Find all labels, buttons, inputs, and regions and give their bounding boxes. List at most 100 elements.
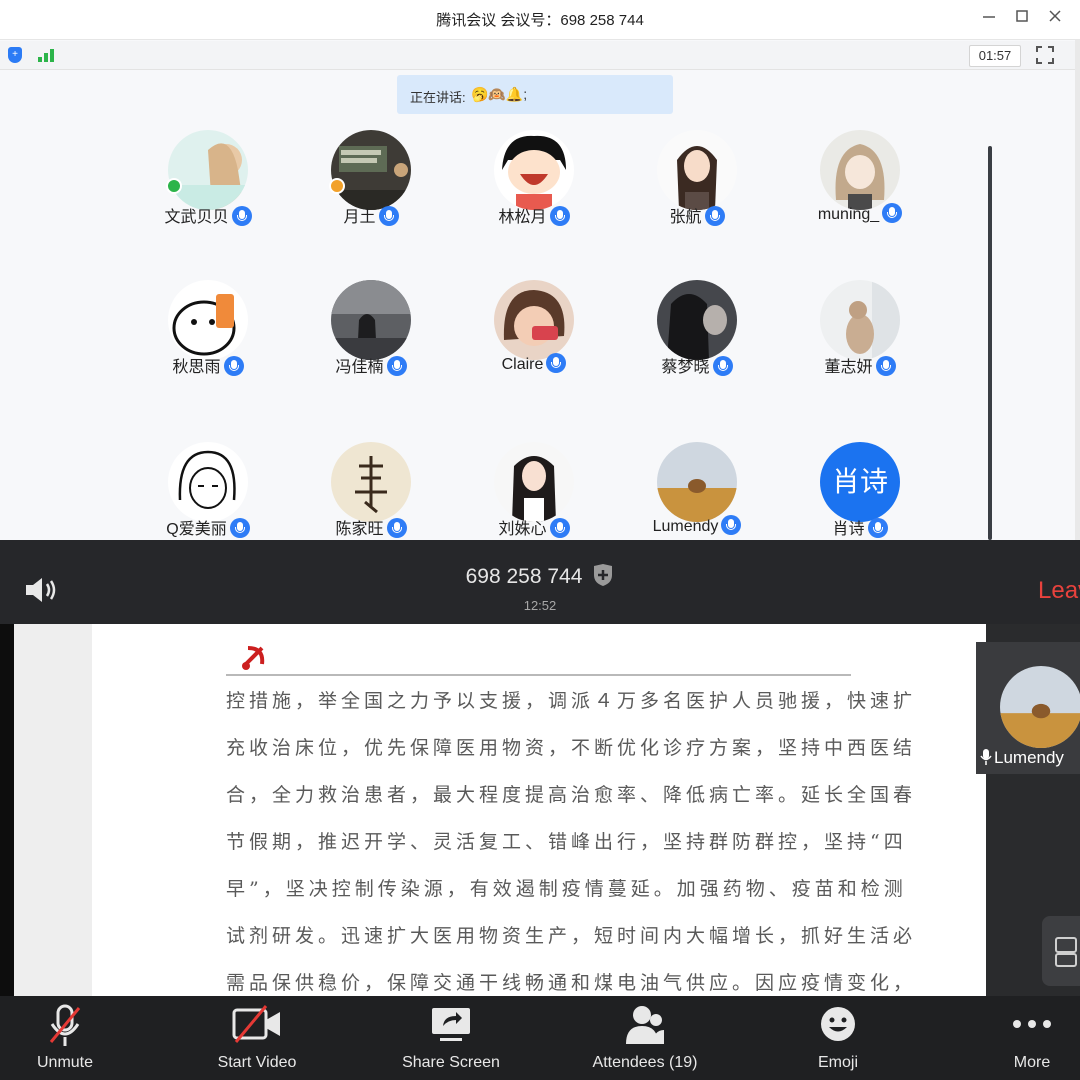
share-screen-icon — [432, 1008, 470, 1041]
speaking-indicator: 正在讲话: 🥱🙉🔔; — [397, 75, 673, 114]
meeting-time: 12:52 — [523, 598, 557, 613]
microphone-icon — [229, 518, 250, 538]
signal-strength-icon — [38, 49, 56, 62]
attendees-button[interactable]: Attendees (19) — [580, 996, 710, 1080]
maximize-icon[interactable] — [1007, 6, 1037, 32]
avatar: 肖诗 — [820, 442, 900, 522]
participant-tile[interactable]: 冯佳楠 — [296, 270, 446, 400]
microphone-icon — [882, 203, 903, 223]
participant-tile[interactable]: 蔡梦晓 — [622, 270, 772, 400]
participant-tile[interactable]: muning_ — [785, 120, 935, 250]
host-badge-icon — [166, 178, 182, 194]
participant-tile[interactable]: 文武贝贝 — [133, 120, 283, 250]
participant-tile[interactable]: 月土 — [296, 120, 446, 250]
window-title: 腾讯会议 会议号：698 258 744 — [436, 12, 644, 29]
meeting-window: 腾讯会议 会议号：698 258 744 + 01:57 正在讲话: 🥱🙉🔔; — [0, 0, 1080, 540]
avatar — [331, 442, 411, 522]
mobile-header: 698 258 744 12:52 Leave — [0, 540, 1080, 624]
avatar — [168, 130, 248, 210]
avatar — [820, 130, 900, 210]
microphone-icon — [549, 518, 570, 538]
emoji-icon — [821, 1007, 855, 1041]
emoji-button[interactable]: Emoji — [800, 996, 876, 1080]
participant-name: 肖诗 — [832, 521, 865, 538]
participant-name: Q爱美丽 — [166, 521, 227, 538]
avatar — [168, 442, 248, 522]
participant-tile[interactable]: 董志妍 — [785, 270, 935, 400]
avatar — [657, 442, 737, 522]
participant-name: muning_ — [817, 206, 880, 223]
video-off-icon — [232, 1005, 280, 1043]
close-icon[interactable] — [1040, 6, 1070, 32]
minimize-icon[interactable] — [974, 6, 1004, 32]
document-line: 控措施，举全国之力予以支援，调派４万多名医护人员驰援，快速扩 — [226, 690, 917, 712]
mobile-meeting-screen: 698 258 744 12:52 Leave 控措施，举全国之力予以支援，调派… — [0, 540, 1080, 1080]
unmute-button[interactable]: Unmute — [20, 996, 110, 1080]
switch-view-button[interactable] — [1042, 916, 1080, 986]
microphone-icon — [712, 356, 733, 376]
meeting-number[interactable]: 698 258 744 — [0, 563, 1080, 589]
microphone-icon — [867, 518, 888, 538]
participant-name: 文武贝贝 — [164, 209, 229, 226]
security-shield-icon[interactable]: + — [8, 47, 22, 63]
avatar — [657, 280, 737, 360]
more-button[interactable]: More — [996, 996, 1068, 1080]
thumbnail-name: Lumendy — [994, 748, 1064, 767]
shared-document: 控措施，举全国之力予以支援，调派４万多名医护人员驰援，快速扩 充收治床位，优先保… — [92, 624, 986, 996]
share-left-edge — [0, 624, 14, 996]
avatar — [331, 130, 411, 210]
speaking-value: 🥱🙉🔔; — [471, 86, 528, 102]
participant-tile[interactable]: 肖诗 肖诗 — [785, 432, 935, 540]
avatar — [820, 280, 900, 360]
participant-tile[interactable]: 秋思雨 — [133, 270, 283, 400]
document-header — [226, 636, 851, 676]
title-bar: 腾讯会议 会议号：698 258 744 — [0, 0, 1080, 40]
participant-tile[interactable]: 刘姝心 — [459, 432, 609, 540]
shared-document-frame: 控措施，举全国之力予以支援，调派４万多名医护人员驰援，快速扩 充收治床位，优先保… — [14, 624, 986, 996]
microphone-icon — [378, 206, 399, 226]
participant-name: Claire — [501, 356, 544, 373]
participant-scrollbar[interactable] — [988, 146, 992, 540]
microphone-icon — [721, 515, 742, 535]
share-screen-button[interactable]: Share Screen — [390, 996, 512, 1080]
cohost-badge-icon — [329, 178, 345, 194]
document-line: 试剂研发。迅速扩大医用物资生产，短时间内大幅增长，抓好生活必 — [226, 925, 917, 947]
microphone-icon — [386, 518, 407, 538]
meeting-timer: 01:57 — [969, 45, 1021, 67]
party-emblem-icon — [242, 646, 265, 670]
participant-tile[interactable]: 张航 — [622, 120, 772, 250]
avatar — [494, 280, 574, 360]
avatar — [494, 130, 574, 210]
avatar — [657, 130, 737, 210]
participant-name: 冯佳楠 — [335, 359, 384, 376]
speaking-label: 正在讲话: — [410, 90, 466, 105]
participant-name: 秋思雨 — [172, 359, 221, 376]
video-thumbnail[interactable]: Lumendy — [976, 642, 1080, 774]
avatar — [168, 280, 248, 360]
microphone-icon — [704, 206, 725, 226]
participant-tile[interactable]: 陈家旺 — [296, 432, 446, 540]
muted-microphone-icon — [49, 1004, 81, 1046]
participant-grid: 文武贝贝 月土 林松月 张航 muning_ 秋思雨 冯佳楠 Claire 蔡梦… — [0, 120, 980, 540]
microphone-icon — [875, 356, 896, 376]
document-line: 合，全力救治患者，最大程度提高治愈率、降低病亡率。延长全国春 — [226, 784, 917, 806]
leave-button[interactable]: Leave — [1038, 577, 1080, 605]
document-line: 早”，坚决控制传染源，有效遏制疫情蔓延。加强药物、疫苗和检测 — [226, 878, 907, 900]
participant-tile[interactable]: 林松月 — [459, 120, 609, 250]
microphone-icon — [223, 356, 244, 376]
microphone-icon — [980, 749, 992, 765]
screen-share-area: 控措施，举全国之力予以支援，调派４万多名医护人员驰援，快速扩 充收治床位，优先保… — [0, 624, 1080, 996]
avatar — [494, 442, 574, 522]
participant-tile[interactable]: Claire — [459, 270, 609, 400]
participant-tile[interactable]: Lumendy — [622, 432, 772, 540]
bottom-toolbar: Unmute Start Video Share Screen Attendee… — [0, 996, 1080, 1080]
microphone-icon — [549, 206, 570, 226]
participant-name: 蔡梦晓 — [661, 359, 710, 376]
participant-tile[interactable]: Q爱美丽 — [133, 432, 283, 540]
document-line: 节假期，推迟开学、灵活复工、错峰出行，坚持群防群控，坚持“四 — [226, 831, 907, 853]
participant-name: Lumendy — [652, 518, 719, 535]
start-video-button[interactable]: Start Video — [202, 996, 312, 1080]
fullscreen-icon[interactable] — [1036, 46, 1054, 64]
avatar — [1000, 666, 1080, 748]
document-line: 需品保供稳价，保障交通干线畅通和煤电油气供应。因应疫情变化， — [226, 972, 917, 994]
